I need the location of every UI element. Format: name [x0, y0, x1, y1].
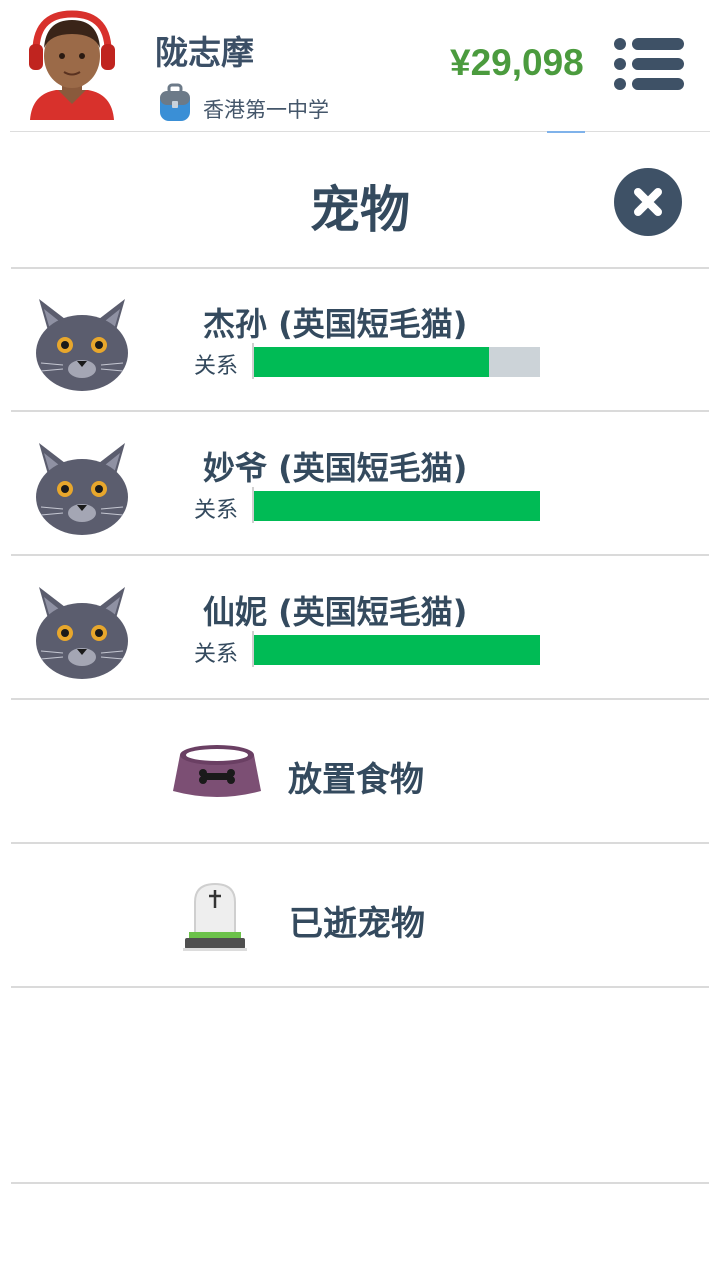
pets-screen: 陇志摩 香港第一中学 ¥29,098 宠物 杰孙 (英国短毛猫) 关系 妙爷 (… — [0, 0, 720, 1280]
player-header: 陇志摩 香港第一中学 ¥29,098 — [0, 0, 720, 133]
relation-label: 关系 — [194, 354, 239, 379]
pet-row[interactable]: 妙爷 (英国短毛猫) 关系 — [11, 413, 709, 555]
money-balance: ¥29,098 — [450, 42, 584, 83]
relation-bar-fill — [254, 635, 540, 665]
relation-bar-fill — [254, 347, 489, 377]
relation-bar — [254, 347, 540, 377]
header-divider — [10, 131, 710, 132]
page-title: 宠物 — [310, 181, 410, 239]
pet-row[interactable]: 杰孙 (英国短毛猫) 关系 — [11, 269, 709, 411]
school-name: 香港第一中学 — [203, 98, 329, 122]
pet-name: 杰孙 (英国短毛猫) — [203, 305, 468, 343]
header-accent-line — [547, 131, 585, 133]
pet-name: 仙妮 (英国短毛猫) — [203, 593, 468, 631]
divider — [11, 410, 709, 412]
pet-food-bowl-icon — [173, 745, 261, 797]
menu-list-icon[interactable] — [610, 36, 686, 92]
divider — [11, 554, 709, 556]
relation-label: 关系 — [194, 642, 239, 667]
pet-name: 妙爷 (英国短毛猫) — [203, 449, 468, 487]
deceased-pets-button[interactable]: 已逝宠物 — [11, 844, 709, 986]
place-food-button[interactable]: 放置食物 — [11, 700, 709, 842]
place-food-label: 放置食物 — [288, 760, 424, 800]
british-shorthair-cat-icon — [36, 443, 128, 535]
relation-label: 关系 — [194, 498, 239, 523]
avatar[interactable] — [20, 8, 124, 120]
divider — [11, 1182, 709, 1184]
relation-bar — [254, 491, 540, 521]
deceased-pets-label: 已逝宠物 — [289, 904, 425, 944]
british-shorthair-cat-icon — [36, 299, 128, 391]
divider — [11, 986, 709, 988]
player-name: 陇志摩 — [155, 33, 254, 72]
relation-bar — [254, 635, 540, 665]
pet-row[interactable]: 仙妮 (英国短毛猫) 关系 — [11, 557, 709, 699]
british-shorthair-cat-icon — [36, 587, 128, 679]
relation-bar-fill — [254, 491, 540, 521]
close-icon[interactable] — [613, 167, 683, 237]
tombstone-icon — [183, 882, 247, 951]
school-bag-icon — [160, 83, 190, 121]
